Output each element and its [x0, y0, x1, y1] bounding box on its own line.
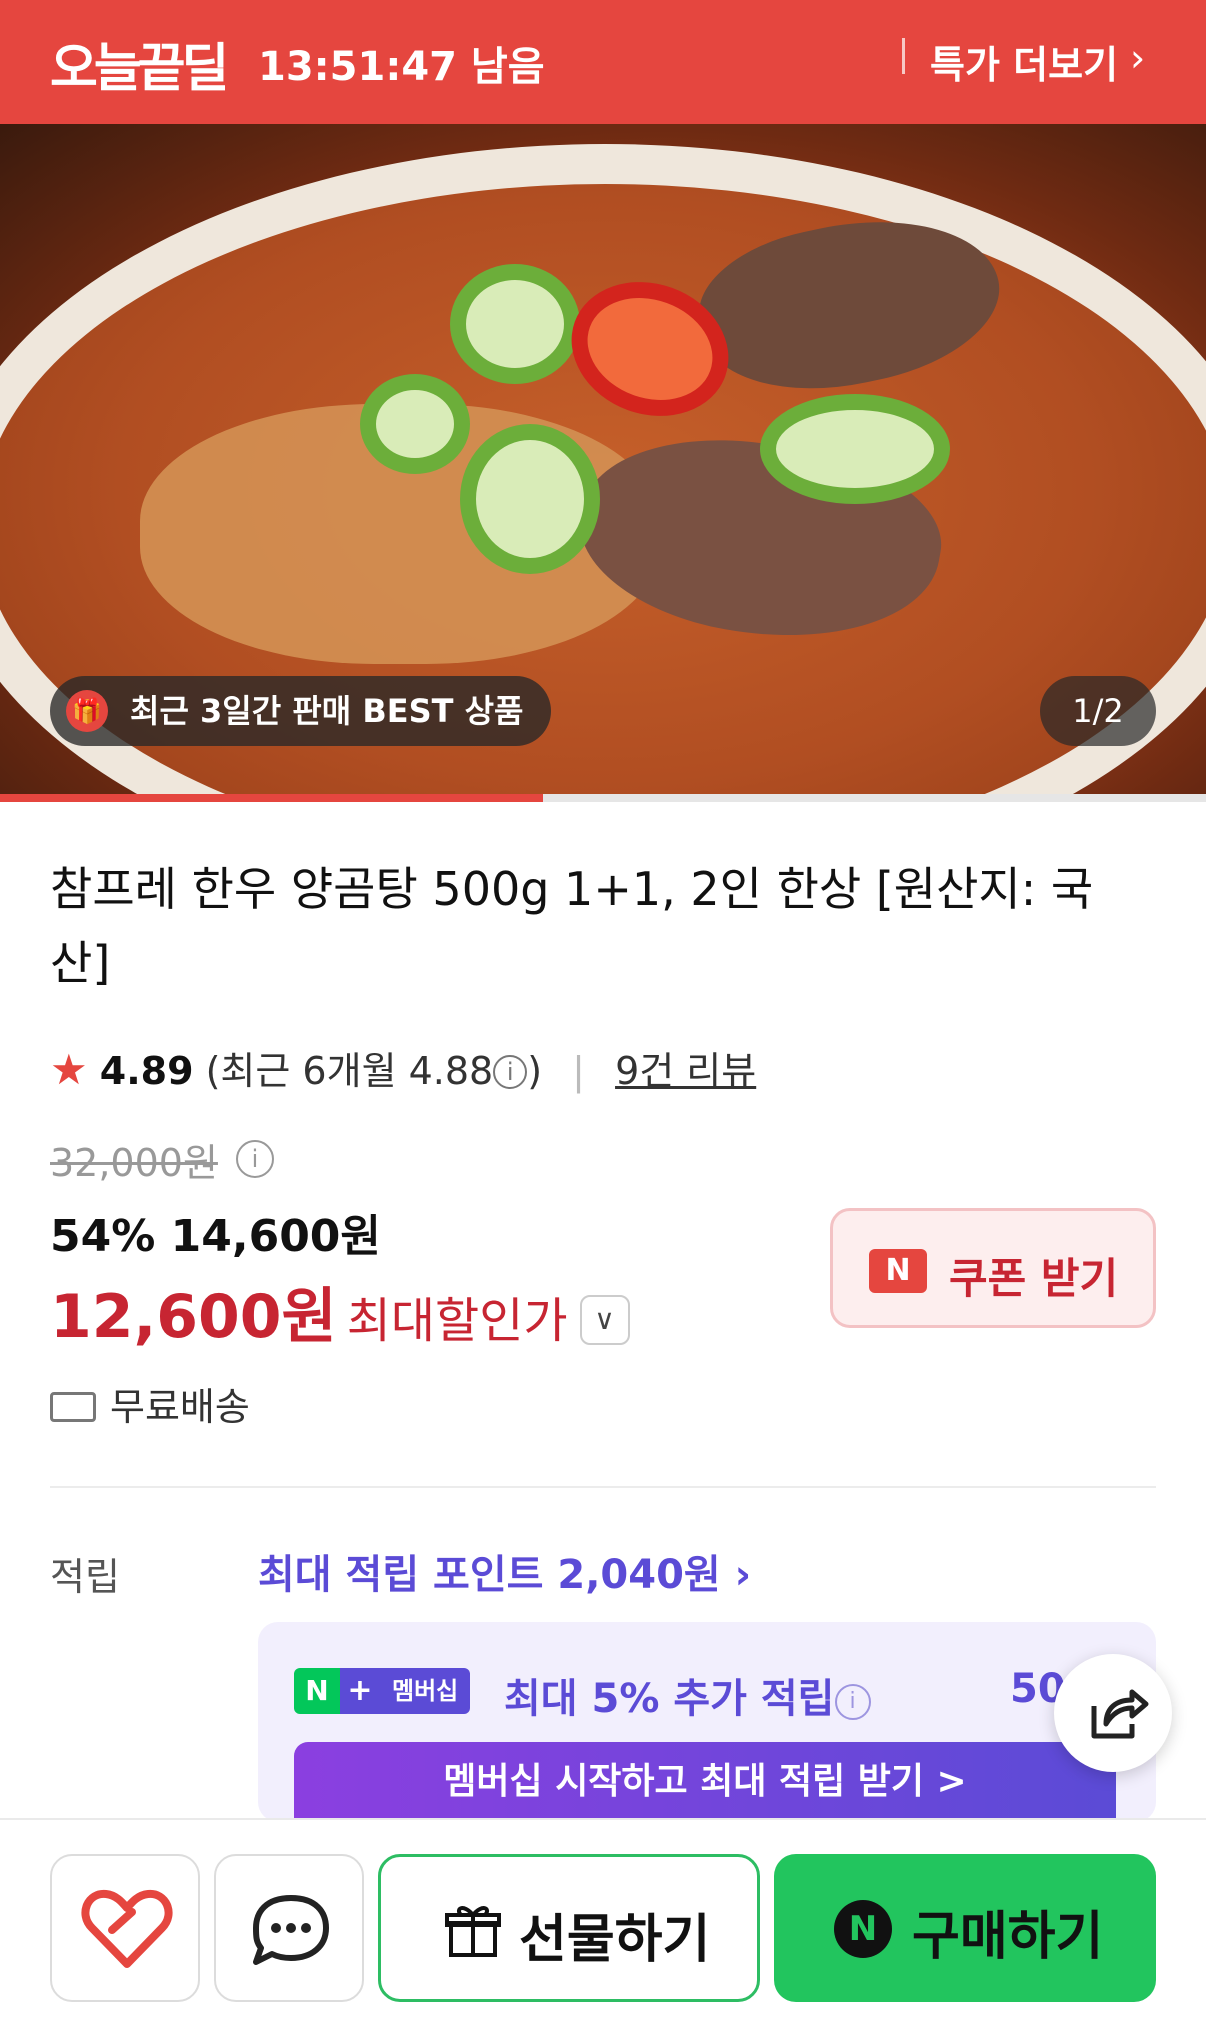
badge-plus: + — [340, 1668, 380, 1714]
product-title: 참프레 한우 양곰탕 500g 1+1, 2인 한상 [원산지: 국산] — [50, 862, 1094, 990]
naver-n-icon: N — [834, 1900, 892, 1958]
deal-logo: 오늘끝딜 — [50, 39, 229, 99]
image-progress — [0, 794, 1206, 802]
final-price-row: 12,600원 최대할인가 ∨ — [50, 1268, 630, 1355]
gift-label: 선물하기 — [519, 1910, 711, 1970]
final-price-label: 최대할인가 — [346, 1293, 568, 1349]
coupon-label: 쿠폰 받기 — [949, 1254, 1119, 1303]
share-icon — [1091, 1689, 1149, 1739]
image-counter: 1/2 — [1040, 676, 1156, 746]
points-label: 적립 — [50, 1555, 120, 1599]
image-progress-fill — [0, 794, 543, 802]
bottom-action-bar: 선물하기 N 구매하기 — [0, 1818, 1206, 2018]
delivery-label: 무료배송 — [110, 1385, 250, 1429]
chat-icon — [253, 1895, 329, 1965]
points-link[interactable]: 최대 적립 포인트 2,040원 › — [258, 1542, 751, 1600]
best-badge: 🎁 최근 3일간 판매 BEST 상품 — [50, 676, 552, 746]
heart-icon — [81, 1889, 173, 1968]
rating-close: ) — [527, 1049, 543, 1093]
chevron-right-icon: › — [734, 1552, 752, 1598]
naver-n-icon: N — [869, 1249, 927, 1293]
info-icon[interactable]: i — [493, 1055, 528, 1089]
chevron-down-icon[interactable]: ∨ — [579, 1295, 630, 1345]
rating-row: ★ 4.89 (최근 6개월 4.88 i) | 9건 리뷰 — [50, 1040, 756, 1095]
chevron-right-icon[interactable]: › — [1130, 36, 1145, 80]
final-price: 12,600원 — [50, 1282, 337, 1352]
badge-text: 멤버십 — [380, 1668, 471, 1714]
deal-more-link[interactable]: 특가 더보기 — [930, 34, 1118, 89]
membership-text-label: 최대 5% 추가 적립 — [504, 1676, 835, 1722]
membership-start-button[interactable]: 멤버십 시작하고 최대 적립 받기 > — [294, 1742, 1116, 1822]
separator: | — [572, 1049, 585, 1093]
discount-price: 54% 14,600원 — [50, 1211, 381, 1262]
gift-box-icon — [445, 1906, 501, 1957]
points-link-label: 최대 적립 포인트 2,040원 — [258, 1552, 721, 1598]
rating-score: 4.89 — [99, 1049, 194, 1093]
star-icon: ★ — [50, 1045, 88, 1094]
badge-n: N — [294, 1668, 340, 1714]
deal-divider — [902, 38, 905, 74]
divider — [50, 1486, 1156, 1488]
membership-box: N + 멤버십 최대 5% 추가 적립 i 50 멤버십 시작하고 최대 적립 받… — [258, 1622, 1156, 1822]
scallion — [360, 374, 470, 474]
info-icon[interactable]: i — [834, 1684, 871, 1720]
product-image[interactable]: 🎁 최근 3일간 판매 BEST 상품 1/2 — [0, 124, 1206, 794]
naver-plus-badge: N + 멤버십 — [294, 1668, 471, 1714]
delivery-info: 무료배송 — [50, 1376, 250, 1431]
share-button[interactable] — [1054, 1654, 1172, 1772]
rating-recent: (최근 6개월 4.88 — [205, 1049, 494, 1093]
deal-timer: 13:51:47 남음 — [258, 44, 545, 90]
chat-button[interactable] — [214, 1854, 364, 2002]
reviews-link[interactable]: 9건 리뷰 — [615, 1049, 756, 1093]
membership-text: 최대 5% 추가 적립 i — [504, 1666, 871, 1724]
gift-icon: 🎁 — [66, 690, 108, 732]
deal-bar: 오늘끝딜 13:51:47 남음 특가 더보기 › — [0, 0, 1206, 124]
buy-button[interactable]: N 구매하기 — [774, 1854, 1156, 2002]
scallion — [760, 394, 950, 504]
wishlist-button[interactable] — [50, 1854, 200, 2002]
gift-button[interactable]: 선물하기 — [378, 1854, 760, 2002]
buy-label: 구매하기 — [912, 1907, 1104, 1967]
scallion — [460, 424, 600, 574]
info-icon[interactable]: i — [236, 1140, 274, 1178]
best-badge-label: 최근 3일간 판매 BEST 상품 — [130, 692, 524, 730]
original-price: 32,000원 — [50, 1141, 218, 1185]
truck-icon — [50, 1392, 96, 1422]
scallion — [450, 264, 580, 384]
coupon-button[interactable]: N 쿠폰 받기 — [830, 1208, 1156, 1328]
